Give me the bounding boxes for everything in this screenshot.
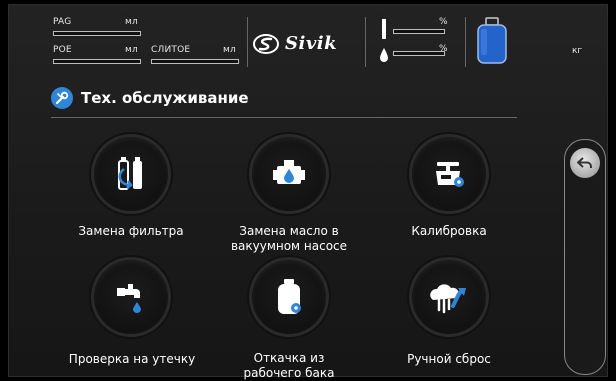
level-indicator-icon	[382, 19, 386, 39]
title-divider	[51, 117, 517, 118]
page-title: Тех. обслуживание	[81, 89, 249, 107]
vacuum-pump-oil-button[interactable]	[252, 137, 326, 211]
header-divider	[365, 17, 366, 67]
brand-name: Sivik	[285, 33, 338, 54]
calibration-button[interactable]	[412, 137, 486, 211]
wrench-icon	[51, 87, 73, 109]
filter-replace-label: Замена фильтра	[78, 224, 184, 238]
vacuum-pump-oil-label: Замена масло в вакуумном насосе	[230, 224, 348, 253]
drain-unit: мл	[223, 45, 236, 55]
scale-calibration-icon	[436, 162, 464, 187]
level-bar	[393, 29, 445, 34]
leak-test-button[interactable]	[94, 260, 168, 334]
filter-replace-icon	[118, 157, 142, 190]
tank-evacuation-button[interactable]	[252, 260, 326, 334]
pag-level-bar	[53, 31, 141, 36]
refrigerant-tank-icon	[477, 17, 507, 64]
tank-unit: кг	[572, 46, 583, 56]
level-percent: %	[439, 17, 448, 27]
pag-label: PAG	[53, 17, 72, 27]
header-divider	[465, 17, 466, 67]
pag-unit: мл	[125, 17, 138, 27]
leak-test-label: Проверка на утечку	[68, 352, 196, 366]
brand-emblem-icon	[253, 33, 279, 54]
poe-label: POE	[53, 45, 72, 55]
oil-drop-icon	[380, 48, 388, 62]
app-screen: PAG мл POE мл СЛИТОЕ мл Sivik % % кг Тех…	[8, 4, 608, 380]
tank-evacuation-icon	[278, 279, 301, 314]
manual-release-icon	[430, 284, 466, 314]
page-header: Тех. обслуживание	[51, 87, 249, 109]
poe-level-bar	[53, 59, 141, 64]
back-button[interactable]	[570, 148, 600, 178]
back-arrow-icon	[577, 157, 592, 168]
header-divider	[247, 17, 248, 67]
drain-label: СЛИТОЕ	[151, 45, 191, 55]
drain-level-bar	[151, 59, 239, 64]
leak-test-icon	[117, 284, 141, 313]
oil-bar	[393, 51, 445, 56]
manual-release-label: Ручной сброс	[407, 352, 491, 366]
oil-percent: %	[439, 44, 448, 54]
calibration-label: Калибровка	[411, 224, 487, 238]
vacuum-pump-oil-icon	[273, 160, 305, 184]
tank-evacuation-label: Откачка из рабочего бака	[243, 351, 335, 380]
brand-logo: Sivik	[253, 33, 337, 54]
poe-unit: мл	[125, 45, 138, 55]
manual-release-button[interactable]	[412, 260, 486, 334]
filter-replace-button[interactable]	[94, 137, 168, 211]
